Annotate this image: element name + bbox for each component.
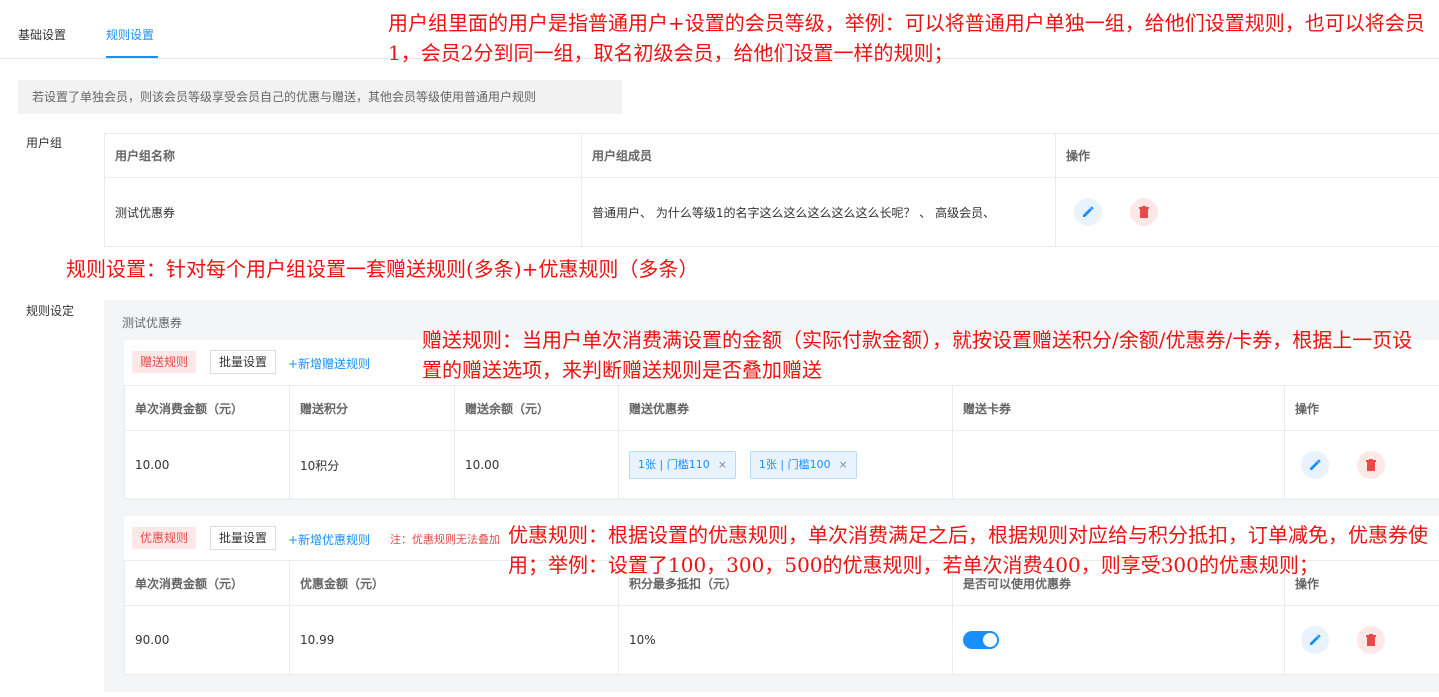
points-max-cell: 10% (618, 605, 953, 675)
add-gift-rule-link[interactable]: +新增赠送规则 (288, 355, 370, 372)
pencil-icon (1083, 206, 1094, 217)
actions-cell (1284, 430, 1439, 500)
header-coupons: 赠送优惠券 (618, 385, 953, 431)
pencil-icon (1310, 459, 1321, 470)
trash-icon (1365, 459, 1376, 471)
table-row: 10.00 10积分 10.00 1张 | 门槛110 × 1张 | 门槛100 × (124, 430, 1439, 500)
pencil-icon (1310, 634, 1321, 645)
balance-cell: 10.00 (454, 430, 619, 500)
points-cell: 10积分 (289, 430, 455, 500)
annotation-user-group: 用户组里面的用户是指普通用户+设置的会员等级，举例：可以将普通用户单独一组，给他… (388, 11, 1425, 65)
delete-discount-rule-button[interactable] (1356, 626, 1385, 654)
discount-note: 注：优惠规则无法叠加 (390, 533, 500, 546)
user-group-label: 用户组 (26, 136, 63, 150)
close-icon[interactable]: × (839, 458, 848, 471)
annotation-rule-settings: 规则设置：针对每个用户组设置一套赠送规则(多条)+优惠规则（多条） (66, 257, 699, 281)
actions-cell (1055, 177, 1439, 247)
trash-icon (1365, 634, 1376, 646)
header-points: 赠送积分 (289, 385, 455, 431)
tab-basic-settings[interactable]: 基础设置 (18, 26, 66, 43)
group-name-cell: 测试优惠券 (104, 177, 582, 247)
header-group-name: 用户组名称 (104, 133, 582, 178)
delete-gift-rule-button[interactable] (1356, 451, 1385, 479)
delete-group-button[interactable] (1129, 198, 1158, 226)
amount-cell: 10.00 (124, 430, 290, 500)
annotation-discount-rules: 优惠规则：根据设置的优惠规则，单次消费满足之后，根据规则对应给与积分抵扣，订单减… (508, 523, 1428, 577)
amount-cell: 90.00 (124, 605, 290, 675)
gift-batch-button[interactable]: 批量设置 (210, 350, 277, 374)
trash-icon (1138, 206, 1149, 218)
header-amount: 单次消费金额（元） (124, 385, 290, 431)
coupons-cell: 1张 | 门槛110 × 1张 | 门槛100 × (618, 430, 953, 500)
table-header-row: 用户组名称 用户组成员 操作 (104, 133, 1439, 178)
header-actions: 操作 (1055, 133, 1439, 178)
actions-cell (1284, 605, 1439, 675)
discount-rules-tag: 优惠规则 (132, 527, 197, 549)
add-discount-rule-link[interactable]: +新增优惠规则 (288, 531, 370, 548)
use-coupon-toggle[interactable] (963, 631, 999, 649)
active-tab-indicator (106, 56, 158, 58)
annotation-gift-rules: 赠送规则：当用户单次消费满设置的金额（实际付款金额），就按设置赠送积分/余额/优… (422, 328, 1413, 382)
table-row: 测试优惠券 普通用户、 为什么等级1的名字这么这么这么这么这么长呢？ 、 高级会… (104, 177, 1439, 247)
rules-group-name: 测试优惠券 (122, 316, 183, 330)
gift-rules-tag: 赠送规则 (132, 351, 197, 373)
coupon-label: 1张 | 门槛100 (758, 458, 831, 471)
header-balance: 赠送余额（元） (454, 385, 619, 431)
edit-discount-rule-button[interactable] (1301, 626, 1329, 654)
group-members-cell: 普通用户、 为什么等级1的名字这么这么这么这么这么长呢？ 、 高级会员、 (581, 177, 1056, 247)
notice-banner: 若设置了单独会员，则该会员等级享受会员自己的优惠与赠送，其他会员等级使用普通用户… (18, 80, 622, 114)
table-row: 90.00 10.99 10% (124, 605, 1439, 675)
edit-group-button[interactable] (1074, 198, 1102, 226)
close-icon[interactable]: × (718, 458, 727, 471)
tab-rule-settings[interactable]: 规则设置 (106, 26, 154, 43)
header-group-members: 用户组成员 (581, 133, 1056, 178)
header-amount: 单次消费金额（元） (124, 560, 290, 606)
header-actions: 操作 (1284, 385, 1439, 431)
gift-rules-table: 单次消费金额（元） 赠送积分 赠送余额（元） 赠送优惠券 赠送卡券 操作 10.… (124, 385, 1439, 500)
edit-gift-rule-button[interactable] (1301, 451, 1329, 479)
coupon-toggle-cell (952, 605, 1285, 675)
coupon-label: 1张 | 门槛110 (638, 458, 710, 471)
rules-label: 规则设定 (26, 304, 75, 318)
coupon-tag: 1张 | 门槛100 × (749, 451, 857, 479)
table-header-row: 单次消费金额（元） 赠送积分 赠送余额（元） 赠送优惠券 赠送卡券 操作 (124, 385, 1439, 431)
user-group-table: 用户组名称 用户组成员 操作 测试优惠券 普通用户、 为什么等级1的名字这么这么… (104, 133, 1439, 247)
coupon-tag: 1张 | 门槛110 × (629, 451, 736, 479)
discount-batch-button[interactable]: 批量设置 (210, 526, 277, 550)
cards-cell (952, 430, 1285, 500)
header-cards: 赠送卡券 (952, 385, 1285, 431)
discount-cell: 10.99 (289, 605, 619, 675)
